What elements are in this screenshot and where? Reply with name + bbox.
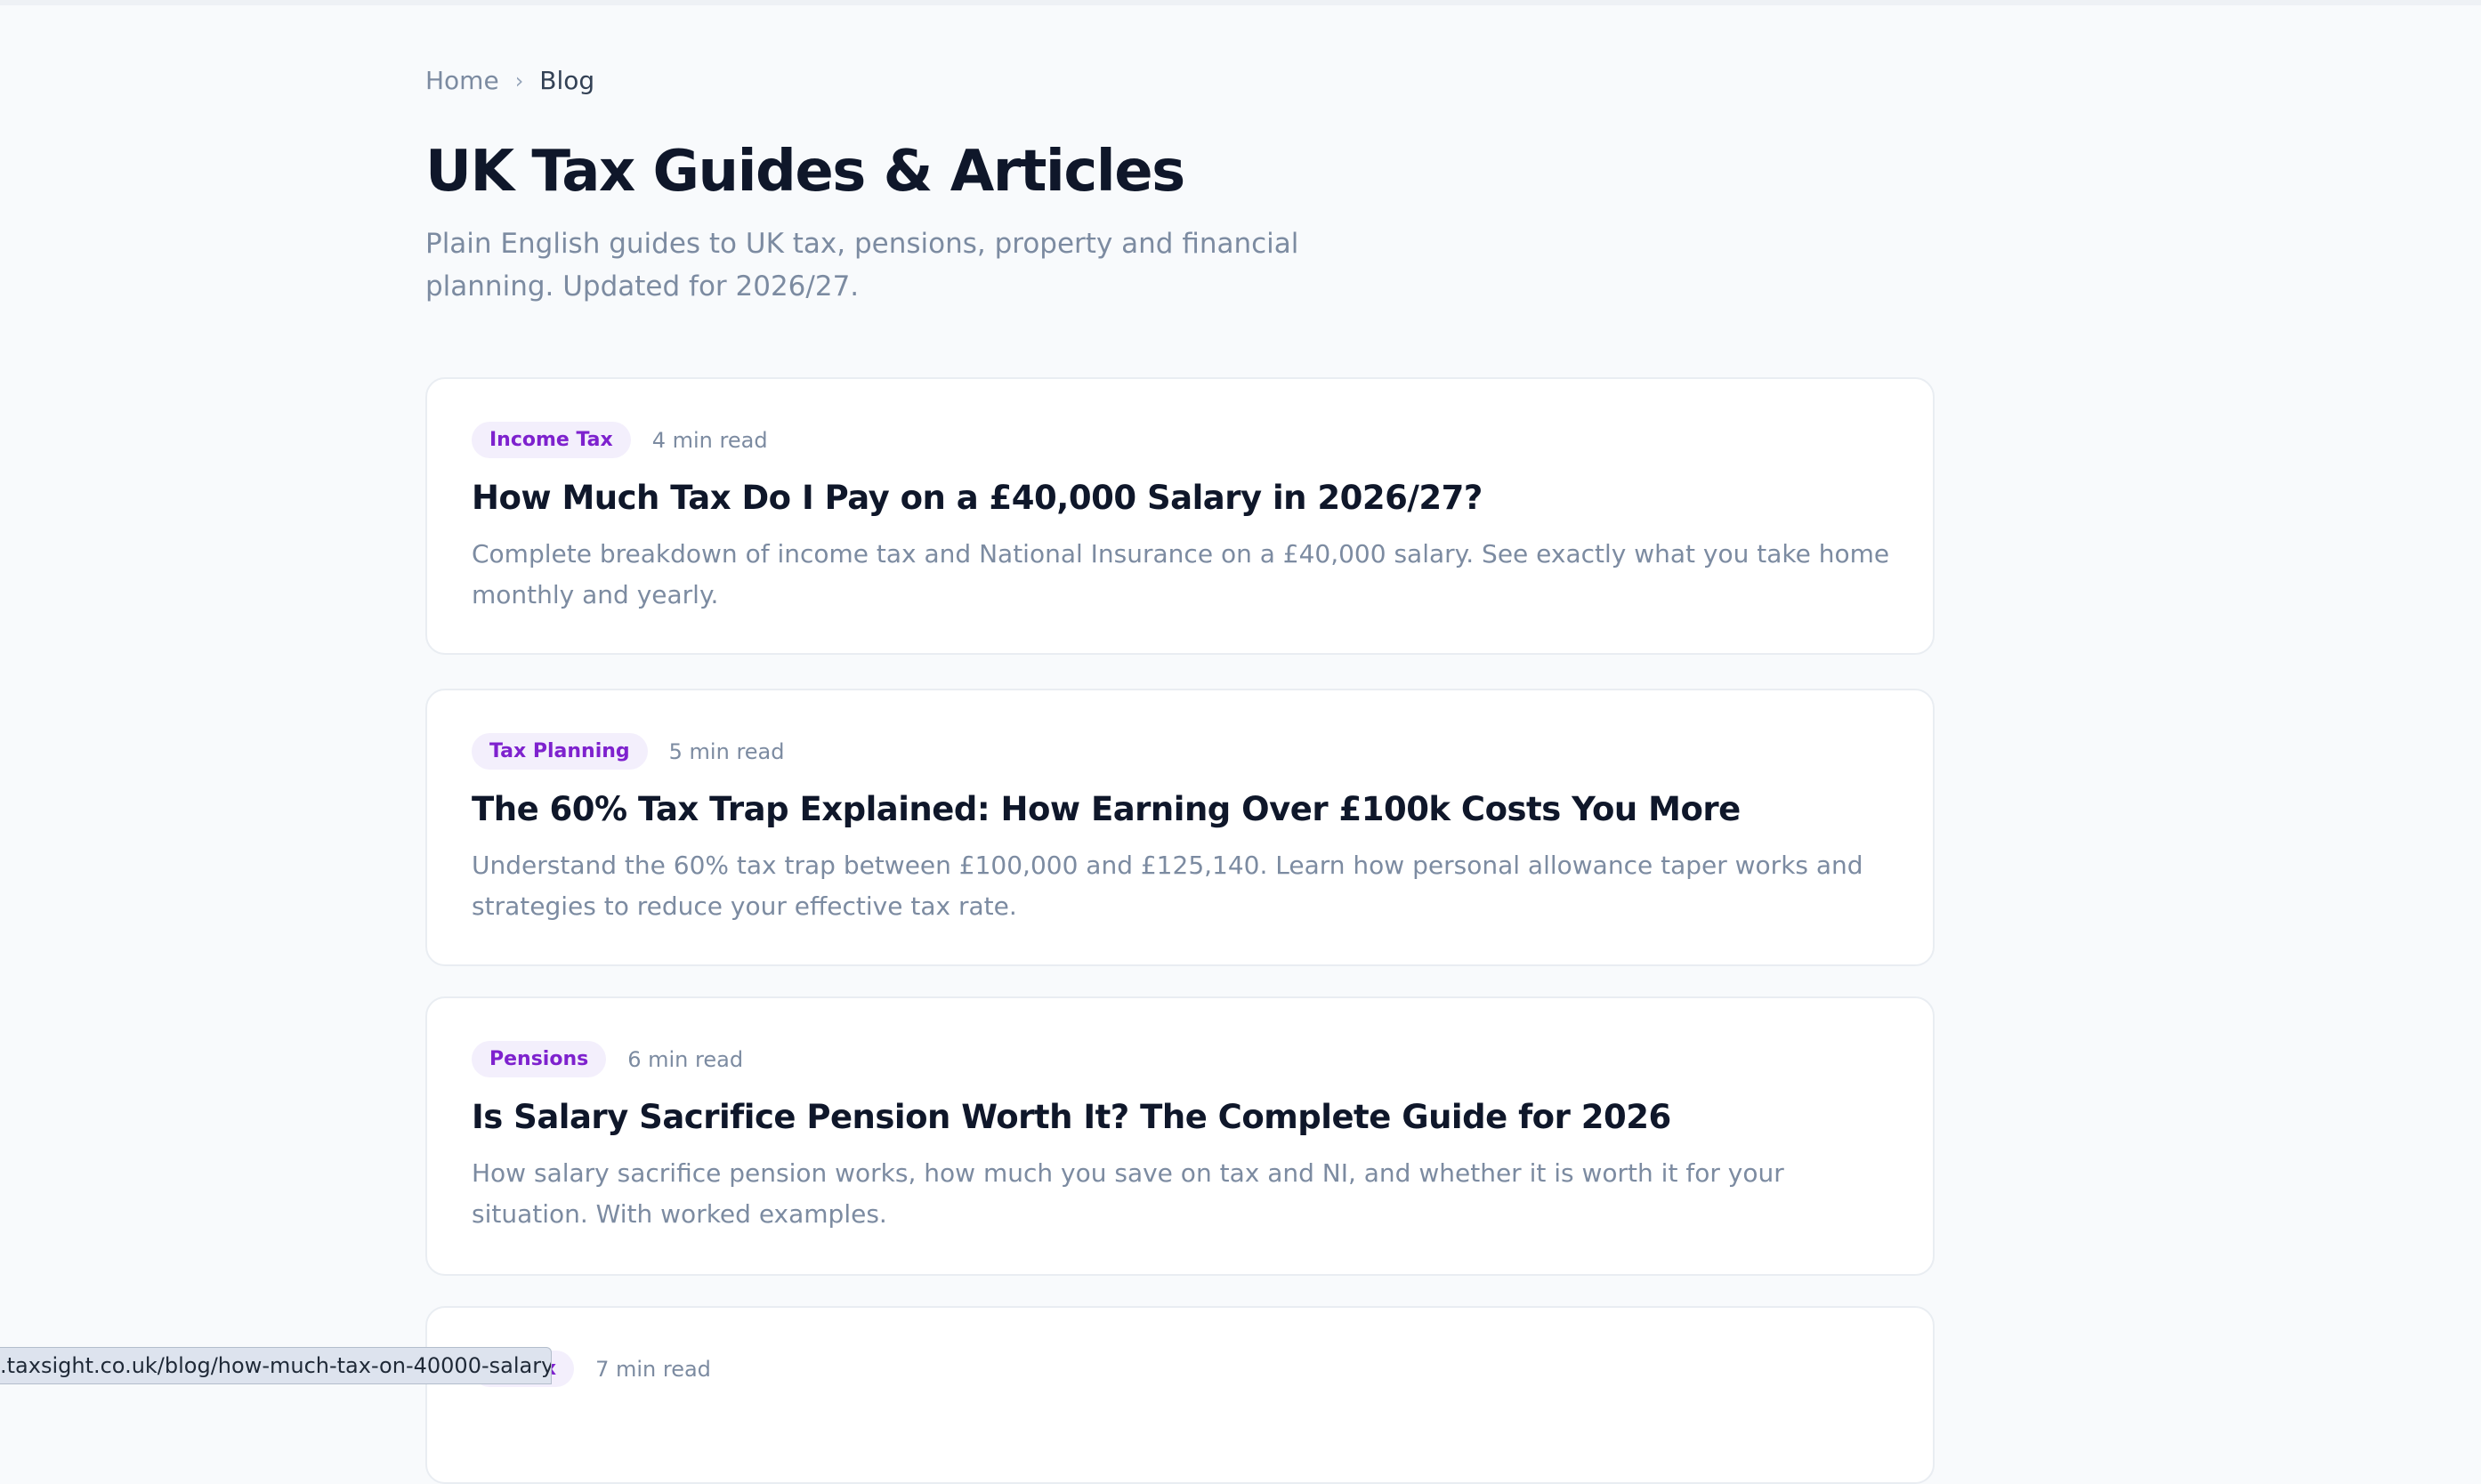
- article-card[interactable]: Income Tax 4 min read How Much Tax Do I …: [425, 377, 1935, 655]
- read-time: 4 min read: [651, 427, 768, 453]
- article-card[interactable]: Pensions 6 min read Is Salary Sacrifice …: [425, 996, 1935, 1276]
- read-time: 6 min read: [627, 1046, 744, 1072]
- read-time: 5 min read: [668, 738, 785, 764]
- category-badge: Tax Planning: [472, 733, 648, 770]
- breadcrumb-home-link[interactable]: Home: [425, 66, 499, 95]
- article-excerpt: How salary sacrifice pension works, how …: [472, 1158, 1784, 1229]
- article-title[interactable]: How Much Tax Do I Pay on a £40,000 Salar…: [472, 479, 1483, 517]
- top-border: [0, 0, 2481, 5]
- category-badge: Pensions: [472, 1041, 607, 1077]
- page-subtitle: Plain English guides to UK tax, pensions…: [425, 228, 1299, 302]
- article-meta: Tax Planning 5 min read: [472, 733, 785, 770]
- article-excerpt: Understand the 60% tax trap between £100…: [472, 851, 1863, 921]
- breadcrumb: Home › Blog: [425, 66, 594, 95]
- page-title: UK Tax Guides & Articles: [425, 139, 1185, 205]
- article-card[interactable]: ss Tax 7 min read: [425, 1306, 1935, 1484]
- status-bar-url: .taxsight.co.uk/blog/how-much-tax-on-400…: [0, 1347, 552, 1384]
- category-badge: Income Tax: [472, 422, 631, 458]
- article-title[interactable]: The 60% Tax Trap Explained: How Earning …: [472, 790, 1741, 828]
- breadcrumb-separator-icon: ›: [514, 68, 524, 93]
- article-meta: Pensions 6 min read: [472, 1041, 743, 1077]
- article-card[interactable]: Tax Planning 5 min read The 60% Tax Trap…: [425, 689, 1935, 966]
- article-title[interactable]: Is Salary Sacrifice Pension Worth It? Th…: [472, 1098, 1671, 1136]
- article-meta: Income Tax 4 min read: [472, 422, 768, 458]
- breadcrumb-current: Blog: [539, 66, 595, 95]
- read-time: 7 min read: [595, 1356, 711, 1382]
- article-excerpt: Complete breakdown of income tax and Nat…: [472, 539, 1890, 609]
